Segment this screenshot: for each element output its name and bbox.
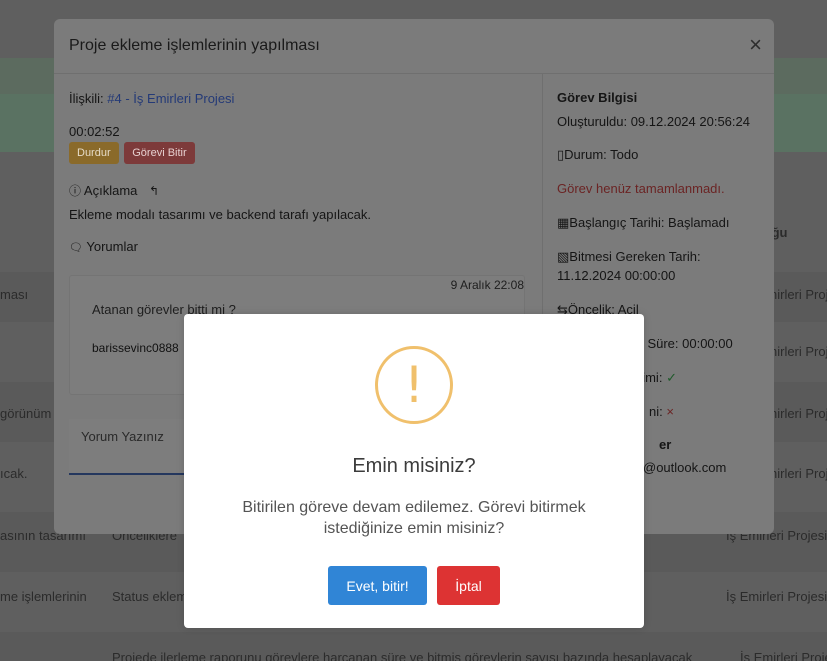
comment-date: 9 Aralık 22:08 xyxy=(450,278,524,292)
description-heading: ⓘ Açıklama ↰ xyxy=(69,182,159,199)
close-icon[interactable]: × xyxy=(749,34,762,56)
start-date-line: ▦Başlangıç Tarihi: Başlamadı xyxy=(557,215,729,231)
edit-icon[interactable]: ↰ xyxy=(149,184,159,198)
calendar-off-icon: ▧ xyxy=(557,249,570,264)
comments-icon: 🗨 xyxy=(69,242,83,254)
timer-actions: Durdur Görevi Bitir xyxy=(69,142,197,164)
row-cell: ması xyxy=(0,287,29,302)
x-icon: × xyxy=(666,404,674,419)
task-info-heading: Görev Bilgisi xyxy=(557,90,638,105)
modal-title: Proje ekleme işlemlerinin yapılması xyxy=(69,37,320,54)
due-date-value: 11.12.2024 00:00:00 xyxy=(557,268,676,283)
row-cell: Status eklem xyxy=(112,589,188,604)
due-date-line: ▧Bitmesi Gereken Tarih: xyxy=(557,249,701,265)
table-row[interactable]: Projede ilerleme raporunu görevlere harc… xyxy=(0,632,827,661)
description-text: Ekleme modalı tasarımı ve backend tarafı… xyxy=(69,207,372,222)
row-cell: görünüm xyxy=(0,406,52,421)
dialog-text: Bitirilen göreve devam edilemez. Görevi … xyxy=(242,499,586,537)
description-heading-label: Açıklama xyxy=(83,183,138,198)
info-fragment-text: ni: xyxy=(649,404,663,419)
modal-header: Proje ekleme işlemlerinin yapılması × xyxy=(54,19,774,74)
row-cell: İş Emirleri Projesi xyxy=(726,589,827,604)
relation-link[interactable]: #4 - İş Emirleri Projesi xyxy=(107,91,234,106)
finish-task-button[interactable]: Görevi Bitir xyxy=(124,142,195,164)
due-date-label: Bitmesi Gereken Tarih: xyxy=(569,249,701,264)
row-cell: İş Emirleri Projesi xyxy=(740,650,827,661)
created-date: Oluşturuldu: 09.12.2024 20:56:24 xyxy=(557,114,750,129)
timer: 00:02:52 xyxy=(69,124,120,139)
stop-button[interactable]: Durdur xyxy=(69,142,119,164)
check-icon: ✓ xyxy=(666,370,677,385)
info-fragment: ni: × xyxy=(649,404,674,419)
status-line: ▯Durum: Todo xyxy=(557,147,638,163)
comment-placeholder: Yorum Yazınız xyxy=(81,429,164,444)
comments-heading-label: Yorumlar xyxy=(86,239,138,254)
calendar-icon: ▦ xyxy=(557,215,570,230)
status-text: Durum: Todo xyxy=(564,147,639,162)
not-completed-text: Görev henüz tamamlanmadı. xyxy=(557,181,725,196)
row-cell: me işlemlerinin xyxy=(0,589,87,604)
start-date-text: Başlangıç Tarihi: Başlamadı xyxy=(569,215,730,230)
cancel-button[interactable]: İptal xyxy=(437,566,500,605)
comments-heading: 🗨 Yorumlar xyxy=(69,239,138,254)
relation-line: İlişkili: #4 - İş Emirleri Projesi xyxy=(69,91,234,106)
dialog-title: Emin misiniz? xyxy=(352,455,476,477)
confirm-dialog: ! Emin misiniz? Bitirilen göreve devam e… xyxy=(184,314,644,628)
row-cell: ıcak. xyxy=(0,466,28,481)
info-icon: ⓘ xyxy=(69,184,82,198)
duration-fragment: m Süre: 00:00:00 xyxy=(633,336,733,351)
relation-label: İlişkili: xyxy=(69,91,104,106)
warning-icon-mark: ! xyxy=(403,356,425,414)
row-cell: Projede ilerleme raporunu görevlere harc… xyxy=(112,650,693,661)
info-fragment: er xyxy=(659,437,672,452)
email-fragment: @outlook.com xyxy=(643,460,727,475)
confirm-button[interactable]: Evet, bitir! xyxy=(328,566,427,605)
warning-icon: ! xyxy=(375,346,453,424)
comment-author: barissevinc0888 xyxy=(92,341,179,355)
